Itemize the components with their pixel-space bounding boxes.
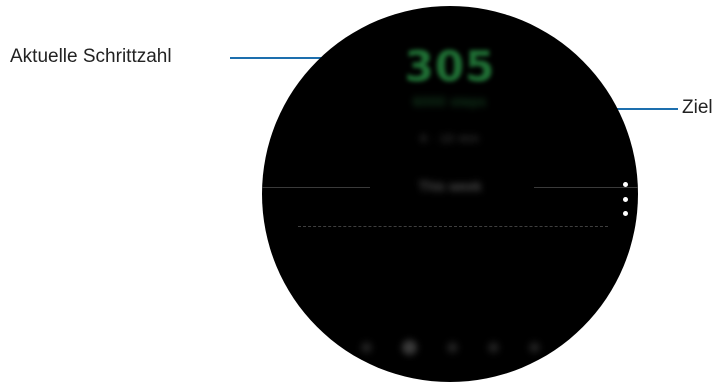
day-dot [446, 342, 458, 353]
active-time: 6 · 10 min [420, 133, 480, 145]
callout-current-steps-label: Aktuelle Schrittzahl [10, 46, 172, 67]
more-vertical-icon [622, 182, 628, 187]
week-tab[interactable]: This week [262, 178, 638, 194]
day-dot [401, 340, 417, 355]
day-dot [360, 342, 372, 353]
day-dot [487, 342, 499, 353]
more-vertical-icon-dot [622, 196, 628, 202]
more-options-button[interactable] [620, 182, 630, 216]
callout-goal-label: Ziel [682, 97, 713, 118]
chart-baseline [298, 226, 608, 227]
current-step-count: 305 [404, 42, 496, 91]
bottom-day-indicators [262, 340, 638, 355]
step-goal: 6000 steps [413, 94, 487, 109]
watch-screen: 305 6000 steps 6 · 10 min This week [262, 6, 638, 382]
more-vertical-icon-dot [622, 211, 628, 216]
day-dot [528, 342, 540, 353]
